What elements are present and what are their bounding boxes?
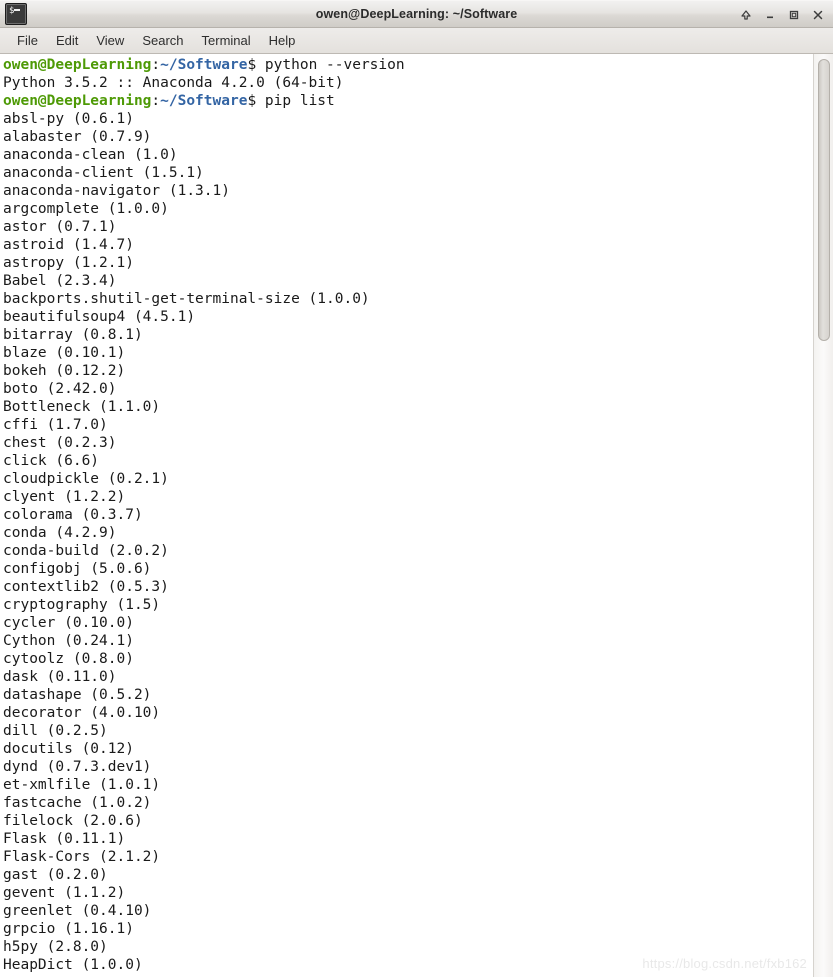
package-list-item: anaconda-navigator (1.3.1) xyxy=(3,183,230,199)
package-list-item: greenlet (0.4.10) xyxy=(3,903,152,919)
prompt-separator: : xyxy=(151,57,161,73)
package-list-item: anaconda-client (1.5.1) xyxy=(3,165,204,181)
terminal-scrollbar[interactable] xyxy=(813,54,833,977)
terminal-icon: $ xyxy=(5,3,27,25)
terminal-icon-cursor xyxy=(14,9,20,11)
prompt-separator: : xyxy=(151,93,161,109)
package-list-item: filelock (2.0.6) xyxy=(3,813,143,829)
shade-button[interactable] xyxy=(735,4,757,26)
package-list-item: backports.shutil-get-terminal-size (1.0.… xyxy=(3,291,370,307)
terminal-command: pip list xyxy=(256,93,335,109)
prompt-user-host: owen@DeepLearning xyxy=(3,93,152,109)
terminal-icon-prompt: $ xyxy=(9,6,14,16)
package-list-item: et-xmlfile (1.0.1) xyxy=(3,777,161,793)
prompt-user-host: owen@DeepLearning xyxy=(3,57,152,73)
menu-item-terminal[interactable]: Terminal xyxy=(193,31,260,50)
terminal-area: owen@DeepLearning:~/Software$ python --v… xyxy=(0,54,833,977)
window-title: owen@DeepLearning: ~/Software xyxy=(315,7,518,21)
package-list-item: gevent (1.1.2) xyxy=(3,885,126,901)
maximize-button[interactable] xyxy=(783,4,805,26)
menu-item-search[interactable]: Search xyxy=(133,31,192,50)
menu-item-file[interactable]: File xyxy=(8,31,47,50)
minimize-button[interactable] xyxy=(759,4,781,26)
package-list-item: chest (0.2.3) xyxy=(3,435,117,451)
terminal-output[interactable]: owen@DeepLearning:~/Software$ python --v… xyxy=(0,54,813,977)
package-list-item: clyent (1.2.2) xyxy=(3,489,126,505)
menu-bar: File Edit View Search Terminal Help xyxy=(0,28,833,54)
package-list-item: cycler (0.10.0) xyxy=(3,615,134,631)
package-list-item: configobj (5.0.6) xyxy=(3,561,152,577)
prompt-sigil: $ xyxy=(247,57,257,73)
package-list-item: cytoolz (0.8.0) xyxy=(3,651,134,667)
menu-item-view[interactable]: View xyxy=(87,31,133,50)
package-list-item: astropy (1.2.1) xyxy=(3,255,134,271)
package-list-item: dill (0.2.5) xyxy=(3,723,108,739)
prompt-path: ~/Software xyxy=(160,57,248,73)
package-list-item: grpcio (1.16.1) xyxy=(3,921,134,937)
package-list-item: datashape (0.5.2) xyxy=(3,687,152,703)
package-list-item: gast (0.2.0) xyxy=(3,867,108,883)
terminal-output-line: Python 3.5.2 :: Anaconda 4.2.0 (64-bit) xyxy=(3,75,344,91)
package-list-item: conda (4.2.9) xyxy=(3,525,117,541)
package-list-item: click (6.6) xyxy=(3,453,100,469)
prompt-path: ~/Software xyxy=(160,93,248,109)
package-list-item: cryptography (1.5) xyxy=(3,597,161,613)
package-list-item: Babel (2.3.4) xyxy=(3,273,117,289)
scrollbar-thumb[interactable] xyxy=(818,59,830,341)
package-list-item: astor (0.7.1) xyxy=(3,219,117,235)
package-list-item: blaze (0.10.1) xyxy=(3,345,126,361)
package-list-item: astroid (1.4.7) xyxy=(3,237,134,253)
prompt-sigil: $ xyxy=(247,93,257,109)
package-list-item: colorama (0.3.7) xyxy=(3,507,143,523)
package-list-item: anaconda-clean (1.0) xyxy=(3,147,178,163)
menu-item-help[interactable]: Help xyxy=(260,31,305,50)
package-list-item: decorator (4.0.10) xyxy=(3,705,161,721)
package-list-item: dask (0.11.0) xyxy=(3,669,117,685)
package-list-item: contextlib2 (0.5.3) xyxy=(3,579,169,595)
close-button[interactable] xyxy=(807,4,829,26)
package-list-item: conda-build (2.0.2) xyxy=(3,543,169,559)
package-list-item: fastcache (1.0.2) xyxy=(3,795,152,811)
package-list-item: absl-py (0.6.1) xyxy=(3,111,134,127)
package-list-item: Cython (0.24.1) xyxy=(3,633,134,649)
package-list-item: boto (2.42.0) xyxy=(3,381,117,397)
package-list-item: Flask (0.11.1) xyxy=(3,831,126,847)
package-list-item: docutils (0.12) xyxy=(3,741,134,757)
terminal-prompt-line: owen@DeepLearning:~/Software$ pip list xyxy=(3,92,813,110)
terminal-command: python --version xyxy=(256,57,405,73)
menu-item-edit[interactable]: Edit xyxy=(47,31,87,50)
package-list-item: alabaster (0.7.9) xyxy=(3,129,152,145)
package-list-item: beautifulsoup4 (4.5.1) xyxy=(3,309,196,325)
package-list-item: argcomplete (1.0.0) xyxy=(3,201,169,217)
terminal-prompt-line: owen@DeepLearning:~/Software$ python --v… xyxy=(3,56,813,74)
package-list-item: h5py (2.8.0) xyxy=(3,939,108,955)
package-list-item: Bottleneck (1.1.0) xyxy=(3,399,161,415)
package-list-item: bokeh (0.12.2) xyxy=(3,363,126,379)
terminal-window: $ owen@DeepLearning: ~/Software File Edi… xyxy=(0,0,833,977)
package-list-item: Flask-Cors (2.1.2) xyxy=(3,849,161,865)
package-list-item: cffi (1.7.0) xyxy=(3,417,108,433)
package-list-item: HeapDict (1.0.0) xyxy=(3,957,143,973)
package-list-item: dynd (0.7.3.dev1) xyxy=(3,759,152,775)
package-list-item: bitarray (0.8.1) xyxy=(3,327,143,343)
window-controls xyxy=(735,3,829,27)
title-bar: $ owen@DeepLearning: ~/Software xyxy=(0,0,833,28)
package-list-item: cloudpickle (0.2.1) xyxy=(3,471,169,487)
